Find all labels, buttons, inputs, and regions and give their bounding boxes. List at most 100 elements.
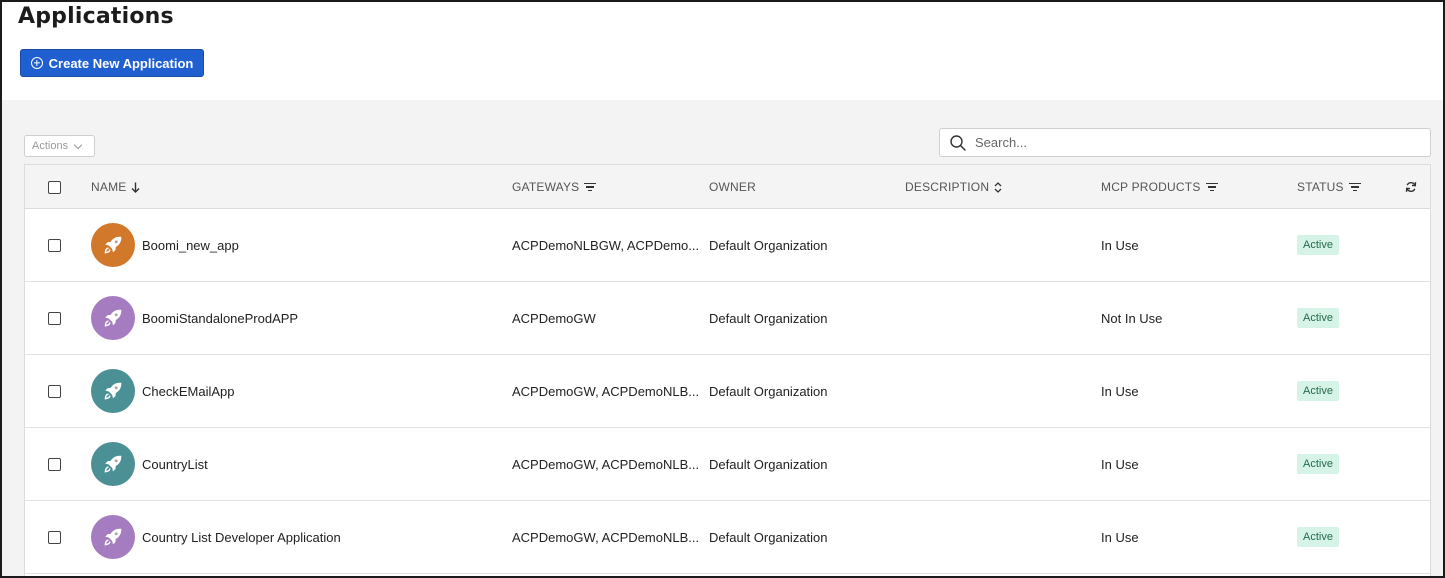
status-cell: Active: [1297, 428, 1339, 500]
gateways-cell: ACPDemoNLBGW, ACPDemo...: [512, 237, 698, 253]
name-cell: BoomiStandaloneProdAPP: [91, 282, 501, 354]
column-header-name[interactable]: NAME: [91, 165, 140, 209]
row-select-cell: [48, 355, 61, 427]
rocket-icon: [104, 382, 122, 400]
gateways-cell: ACPDemoGW: [512, 310, 596, 326]
app-avatar: [91, 515, 135, 559]
status-cell: Active: [1297, 501, 1339, 573]
app-name[interactable]: BoomiStandaloneProdAPP: [142, 311, 298, 326]
gateways-cell: ACPDemoGW, ACPDemoNLB...: [512, 529, 698, 545]
app-avatar: [91, 369, 135, 413]
app-avatar: [91, 296, 135, 340]
column-header-description[interactable]: DESCRIPTION: [905, 165, 1002, 209]
column-header-name-label: NAME: [91, 180, 127, 194]
row-checkbox[interactable]: [48, 530, 61, 544]
content-area: Actions NAME: [2, 100, 1443, 576]
status-badge: Active: [1297, 527, 1339, 547]
row-select-cell: [48, 209, 61, 281]
filter-icon[interactable]: [584, 182, 597, 192]
mcp-products-cell: In Use: [1101, 529, 1139, 545]
search-icon: [950, 134, 966, 151]
select-all-cell: [48, 165, 61, 209]
rocket-icon: [104, 528, 122, 546]
name-cell: Boomi_new_app: [91, 209, 501, 281]
sort-icon: [994, 181, 1002, 193]
app-name[interactable]: Country List Developer Application: [142, 530, 341, 545]
create-new-application-button[interactable]: Create New Application: [20, 49, 204, 77]
row-select-cell: [48, 501, 61, 573]
select-all-checkbox[interactable]: [48, 180, 61, 194]
column-header-gateways[interactable]: GATEWAYS: [512, 165, 597, 209]
filter-icon[interactable]: [1348, 182, 1361, 192]
row-checkbox[interactable]: [48, 311, 61, 325]
mcp-products-cell: In Use: [1101, 456, 1139, 472]
page-header: Applications Create New Application: [2, 2, 1443, 100]
owner-cell: Default Organization: [709, 237, 828, 253]
plus-circle-icon: [30, 57, 43, 69]
name-cell: CheckEMailApp: [91, 355, 501, 427]
column-header-description-label: DESCRIPTION: [905, 180, 990, 194]
description-cell: [905, 355, 1091, 427]
app-name[interactable]: CheckEMailApp: [142, 384, 235, 399]
actions-dropdown[interactable]: Actions: [24, 135, 95, 157]
column-header-status-label: STATUS: [1297, 180, 1344, 194]
column-header-owner: OWNER: [709, 165, 756, 209]
row-checkbox[interactable]: [48, 238, 61, 252]
rocket-icon: [104, 309, 122, 327]
table-row[interactable]: BoomiStandaloneProdAPP ACPDemoGW Default O…: [25, 282, 1430, 355]
app-avatar: [91, 223, 135, 267]
refresh-cell: [1405, 165, 1417, 209]
name-cell: Country List Developer Application: [91, 501, 501, 573]
status-cell: Active: [1297, 209, 1339, 281]
search-box: [939, 128, 1431, 157]
owner-cell: Default Organization: [709, 310, 828, 326]
column-header-status[interactable]: STATUS: [1297, 165, 1361, 209]
description-cell: [905, 282, 1091, 354]
row-checkbox[interactable]: [48, 384, 61, 398]
gateways-cell: ACPDemoGW, ACPDemoNLB...: [512, 456, 698, 472]
status-badge: Active: [1297, 235, 1339, 255]
rocket-icon: [104, 236, 122, 254]
status-cell: Active: [1297, 355, 1339, 427]
column-header-gateways-label: GATEWAYS: [512, 180, 580, 194]
filter-icon[interactable]: [1205, 182, 1218, 192]
app-frame: Applications Create New Application Acti…: [0, 0, 1445, 578]
description-cell: [905, 209, 1091, 281]
table-row[interactable]: Country List Developer Application ACPDem…: [25, 501, 1430, 574]
app-avatar: [91, 442, 135, 486]
arrow-down-icon: [131, 182, 140, 193]
row-select-cell: [48, 428, 61, 500]
status-badge: Active: [1297, 308, 1339, 328]
description-cell: [905, 428, 1091, 500]
column-header-owner-label: OWNER: [709, 180, 756, 194]
mcp-products-cell: Not In Use: [1101, 310, 1163, 326]
applications-table: NAME GATEWAYS OWNER DESCRIPTION MCP PROD…: [24, 164, 1431, 576]
search-input[interactable]: [975, 135, 1415, 150]
status-cell: Active: [1297, 282, 1339, 354]
app-name[interactable]: CountryList: [142, 457, 208, 472]
owner-cell: Default Organization: [709, 456, 828, 472]
rocket-icon: [104, 455, 122, 473]
mcp-products-cell: In Use: [1101, 237, 1139, 253]
table-row[interactable]: CheckEMailApp ACPDemoGW, ACPDemoNLB... Def…: [25, 355, 1430, 428]
table-row[interactable]: CountryList ACPDemoGW, ACPDemoNLB... Defau…: [25, 428, 1430, 501]
owner-cell: Default Organization: [709, 383, 828, 399]
name-cell: CountryList: [91, 428, 501, 500]
table-header: NAME GATEWAYS OWNER DESCRIPTION MCP PROD…: [25, 165, 1430, 209]
row-checkbox[interactable]: [48, 457, 61, 471]
owner-cell: Default Organization: [709, 529, 828, 545]
chevron-down-icon: [73, 140, 83, 149]
actions-label: Actions: [32, 140, 69, 152]
gateways-cell: ACPDemoGW, ACPDemoNLB...: [512, 383, 698, 399]
status-badge: Active: [1297, 381, 1339, 401]
table-row[interactable]: Boomi_new_app ACPDemoNLBGW, ACPDemo... Def…: [25, 209, 1430, 282]
column-header-mcp-products[interactable]: MCP PRODUCTS: [1101, 165, 1218, 209]
status-badge: Active: [1297, 454, 1339, 474]
create-new-application-label: Create New Application: [48, 55, 194, 71]
column-header-mcp-products-label: MCP PRODUCTS: [1101, 180, 1201, 194]
refresh-icon[interactable]: [1405, 181, 1417, 193]
page-title: Applications: [18, 4, 174, 29]
mcp-products-cell: In Use: [1101, 383, 1139, 399]
app-name[interactable]: Boomi_new_app: [142, 238, 239, 253]
description-cell: [905, 501, 1091, 573]
